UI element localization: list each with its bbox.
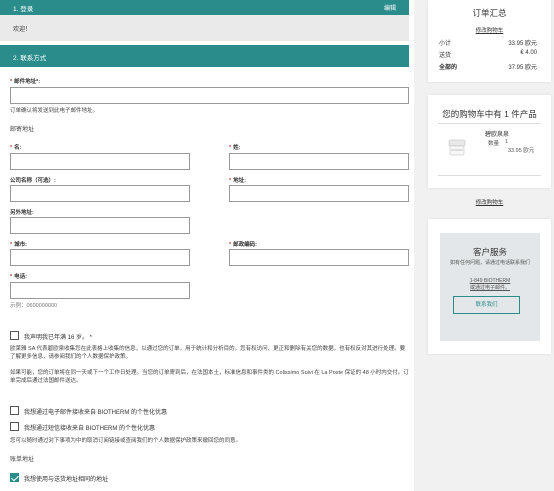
shipping-label: 送货: [439, 53, 452, 59]
customer-service-email: 或通过电子邮件。: [434, 285, 546, 292]
same-address-checkbox[interactable]: [10, 473, 19, 482]
cart-divider: [438, 123, 541, 124]
customer-service-title: 客户服务: [472, 247, 507, 257]
welcome-box: 欢迎！: [0, 15, 409, 41]
last-name-label: * 姓:: [229, 145, 241, 151]
customer-service-card: 客户服务 如有任何问题，请通过电话联系我们 1-849 BIOTHERM 或通过…: [428, 219, 551, 354]
step-login-title: 1. 登录: [13, 6, 34, 13]
qty-value: 1: [505, 139, 509, 145]
customer-service-text: 如有任何问题，请通过电话联系我们: [449, 260, 530, 266]
city-field[interactable]: [10, 249, 190, 266]
phone-field[interactable]: [10, 282, 190, 299]
contact-us-button[interactable]: 联系我们: [453, 296, 520, 314]
cart-divider-bottom: [438, 175, 541, 176]
cart-card: 您的购物车中有 1 件产品 碧欧泉泉 数量 1 33.95 欧元: [428, 95, 551, 188]
phone-label: * 电话:: [10, 274, 27, 280]
checkout-form-panel: 1. 登录 编辑 欢迎！ 2. 联系方式 * 邮件地址*: 订单确认将发送到此电子…: [0, 0, 414, 491]
email-help-text: 订单确认将发送到此电子邮件地址。: [10, 108, 99, 114]
subtotal-value: 33.95 欧元: [508, 41, 537, 47]
customer-service-box: 客户服务 如有任何问题，请通过电话联系我们 1-849 BIOTHERM 或通过…: [440, 233, 540, 341]
email-link[interactable]: 或通过电子邮件。: [470, 285, 510, 291]
mailing-address-heading: 邮寄地址: [10, 127, 35, 133]
consent-notice: 您可以随时通过对下事项为中的取消订阅链接或查阅我们的个人数据保护政策来撤回您的同…: [10, 438, 242, 444]
customer-service-phone: 1-849 BIOTHERM: [434, 278, 546, 285]
order-summary-title: 订单汇总: [472, 8, 507, 18]
product-price: 33.95 欧元: [508, 148, 535, 154]
order-summary-card: 订单汇总 修改购物车 小计 33.95 欧元 送货 € 4.00 全部的 37.…: [428, 0, 551, 82]
address-field[interactable]: [229, 185, 409, 202]
welcome-text: 欢迎！: [13, 27, 32, 33]
city-label: * 城市:: [10, 242, 27, 248]
step-contact-title: 2. 联系方式: [13, 55, 47, 62]
first-name-field[interactable]: [10, 153, 190, 170]
last-name-field[interactable]: [229, 153, 409, 170]
step-contact-header: 2. 联系方式: [0, 45, 409, 67]
postcode-label: * 邮政编码:: [229, 242, 257, 248]
same-address-label: 我想使用与送货地址相同的地址: [24, 477, 109, 483]
company-label: 公司名称（可选）:: [10, 178, 56, 184]
phone-link[interactable]: 1-849 BIOTHERM: [470, 278, 511, 284]
age-checkbox-label: 我声明我已年满 16 岁。 *: [24, 335, 93, 341]
sms-optin-checkbox[interactable]: [10, 422, 19, 431]
first-name-label: * 名:: [10, 145, 22, 151]
cart-title: 您的购物车中有 1 件产品: [442, 109, 537, 119]
edit-cart-link-bottom[interactable]: 修改购物车: [428, 198, 551, 206]
product-name[interactable]: 碧欧泉泉: [485, 129, 509, 138]
company-field[interactable]: [10, 185, 190, 202]
product-image: [447, 138, 467, 157]
shipping-notice: 如果可能，您的订单将在同一天或下一个工作日处理。当您的订单寄到后，在法国本土，标…: [10, 370, 409, 384]
age-checkbox[interactable]: [10, 331, 19, 340]
shipping-value: € 4.00: [520, 50, 537, 56]
email-optin-label: 我想通过电子邮件接收来自 BIOTHERM 的个性化优惠: [24, 410, 168, 416]
qty-label: 数量: [488, 141, 500, 147]
sms-optin-label: 我想通过短信接收来自 BIOTHERM 的个性化优惠: [24, 426, 156, 432]
email-label: * 邮件地址*:: [10, 79, 41, 85]
step-login-header: 1. 登录 编辑: [0, 0, 409, 15]
privacy-notice: 欧莱雅 SA 代表碧欧泉收集您在此表格上收集的信息，以通过您的订单，用于统计和分…: [10, 346, 406, 360]
total-value: 37.95 欧元: [508, 65, 537, 71]
total-label: 全部的: [439, 65, 458, 71]
postcode-field[interactable]: [229, 249, 409, 266]
edit-cart-link[interactable]: 修改购物车: [428, 26, 551, 34]
subtotal-label: 小计: [439, 41, 452, 47]
email-field[interactable]: [10, 87, 409, 104]
billing-address-heading: 账单地址: [10, 457, 35, 463]
phone-example: 示例：0600000000: [10, 303, 58, 309]
address-label: * 地址:: [229, 178, 246, 184]
edit-login-button[interactable]: 编辑: [384, 3, 396, 12]
email-optin-checkbox[interactable]: [10, 406, 19, 415]
address2-label: 另外地址:: [10, 210, 34, 216]
address2-field[interactable]: [10, 217, 190, 234]
